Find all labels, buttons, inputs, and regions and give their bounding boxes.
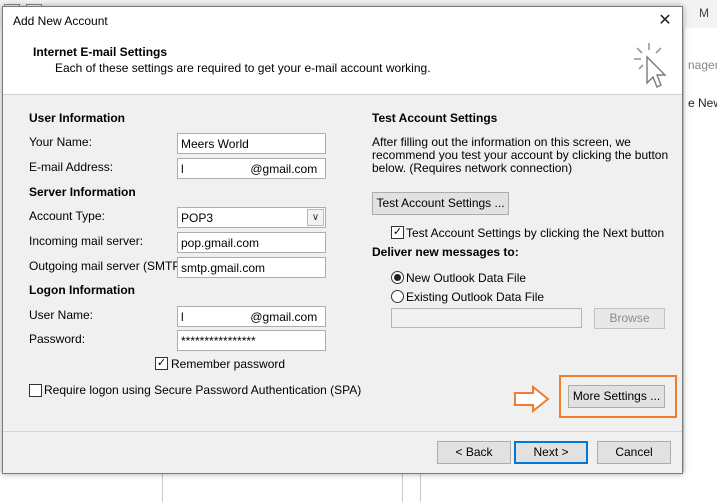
test-on-next-label: Test Account Settings by clicking the Ne… xyxy=(406,226,665,240)
account-type-select[interactable]: POP3 ∨ xyxy=(177,207,326,228)
test-account-settings-heading: Test Account Settings xyxy=(372,111,498,125)
header-subtitle: Each of these settings are required to g… xyxy=(55,61,431,75)
test-description-line: below. (Requires network connection) xyxy=(372,161,573,175)
chevron-down-icon[interactable]: ∨ xyxy=(307,209,324,226)
existing-data-file-radio[interactable] xyxy=(391,290,404,303)
background-text: e New xyxy=(688,96,717,110)
pointer-click-icon xyxy=(634,43,667,88)
back-button[interactable]: < Back xyxy=(437,441,511,464)
background-text: nager xyxy=(688,58,717,72)
your-name-field[interactable] xyxy=(177,133,326,154)
password-label: Password: xyxy=(29,332,86,346)
logon-information-heading: Logon Information xyxy=(29,283,135,297)
outgoing-server-label: Outgoing mail server (SMTP): xyxy=(29,259,188,273)
remember-password-label: Remember password xyxy=(171,357,286,371)
test-on-next-checkbox[interactable]: ✓ xyxy=(391,226,404,239)
test-account-settings-button[interactable]: Test Account Settings ... xyxy=(372,192,509,215)
footer-divider xyxy=(3,431,682,432)
incoming-server-field[interactable] xyxy=(177,232,326,253)
background-bottom xyxy=(0,472,717,502)
existing-data-file-path-field[interactable] xyxy=(391,308,582,328)
server-information-heading: Server Information xyxy=(29,185,136,199)
password-field[interactable] xyxy=(177,330,326,351)
add-new-account-dialog: Add New Account ✕ Internet E-mail Settin… xyxy=(2,6,683,474)
deliver-messages-heading: Deliver new messages to: xyxy=(372,245,519,259)
new-data-file-radio[interactable] xyxy=(391,271,404,284)
background-divider xyxy=(420,472,421,502)
close-icon: ✕ xyxy=(658,12,672,29)
incoming-server-label: Incoming mail server: xyxy=(29,234,144,248)
dialog-title: Add New Account xyxy=(13,14,108,28)
header-title: Internet E-mail Settings xyxy=(33,45,168,59)
background-divider xyxy=(402,472,403,502)
dialog-header: Internet E-mail Settings Each of these s… xyxy=(3,35,682,95)
user-name-label: User Name: xyxy=(29,308,94,322)
spa-checkbox[interactable] xyxy=(29,384,42,397)
close-button[interactable]: ✕ xyxy=(654,11,676,31)
user-information-heading: User Information xyxy=(29,111,126,125)
account-type-label: Account Type: xyxy=(29,209,105,223)
remember-password-checkbox[interactable]: ✓ xyxy=(155,357,168,370)
background-divider xyxy=(162,472,163,502)
arrow-right-icon xyxy=(514,385,550,413)
your-name-label: Your Name: xyxy=(29,135,92,149)
email-address-field[interactable] xyxy=(177,158,326,179)
new-data-file-label: New Outlook Data File xyxy=(406,271,527,285)
user-name-field[interactable] xyxy=(177,306,326,327)
spa-label: Require logon using Secure Password Auth… xyxy=(44,383,362,397)
more-settings-button[interactable]: More Settings ... xyxy=(568,385,665,408)
test-description-line: recommend you test your account by click… xyxy=(372,148,669,162)
dialog-titlebar: Add New Account ✕ xyxy=(3,7,682,35)
account-type-value: POP3 xyxy=(181,211,214,225)
background-right-pane: nager e New xyxy=(683,28,717,502)
test-description-line: After filling out the information on thi… xyxy=(372,135,631,149)
email-address-label: E-mail Address: xyxy=(29,160,114,174)
next-button[interactable]: Next > xyxy=(514,441,588,464)
outgoing-server-field[interactable] xyxy=(177,257,326,278)
browse-button[interactable]: Browse xyxy=(594,308,665,329)
existing-data-file-label: Existing Outlook Data File xyxy=(406,290,545,304)
cancel-button[interactable]: Cancel xyxy=(597,441,671,464)
background-window-title: M xyxy=(699,6,709,20)
